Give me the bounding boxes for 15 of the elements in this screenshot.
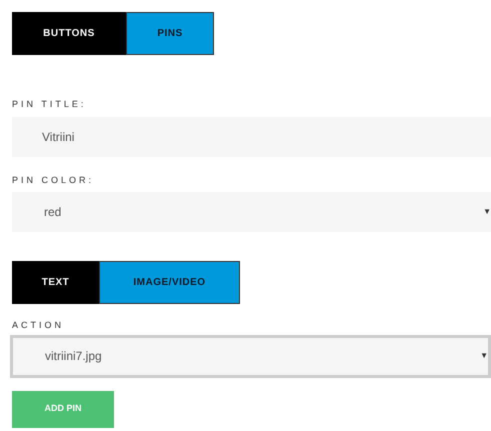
dropdown-arrow-icon: ▼ (480, 350, 488, 362)
field-value: Vitriini (42, 128, 74, 146)
dropdown-arrow-icon: ▼ (483, 206, 491, 218)
pin-title-field[interactable]: Vitriini (12, 116, 491, 156)
field-label: ACTION (12, 319, 66, 332)
tab[interactable]: PINS (126, 12, 214, 55)
selected-value: red (44, 204, 62, 221)
action-select[interactable]: vitriini7.jpg ▼ (10, 334, 491, 378)
tab[interactable]: IMAGE/VIDEO (99, 261, 240, 304)
pin-color-select[interactable]: red ▼ (12, 192, 491, 232)
field-label: PIN TITLE: (12, 98, 88, 111)
field-label: PIN COLOR: (12, 174, 96, 186)
tab[interactable]: TEXT (12, 261, 99, 304)
tab[interactable]: BUTTONS (12, 12, 126, 55)
selected-value: vitriini7.jpg (45, 348, 102, 365)
